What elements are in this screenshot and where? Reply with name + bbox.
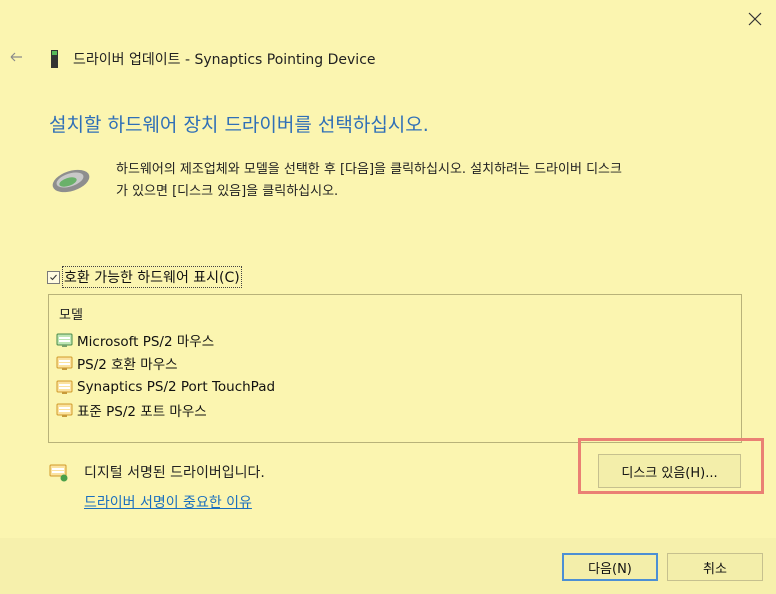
model-label: 표준 PS/2 포트 마우스 — [77, 404, 207, 421]
page-heading: 설치할 하드웨어 장치 드라이버를 선택하십시오. — [49, 114, 429, 136]
instruction-text: 하드웨어의 제조업체와 모델을 선택한 후 [다음]을 클릭하십시오. 설치하려… — [116, 159, 748, 203]
model-list: Microsoft PS/2 마우스 PS/2 호환 마우스 Synaptics… — [56, 328, 275, 422]
signed-driver-icon — [49, 462, 69, 482]
driver-device-orange-icon — [56, 403, 73, 418]
list-item[interactable]: Microsoft PS/2 마우스 — [56, 328, 275, 352]
checkmark-icon — [50, 274, 57, 280]
have-disk-button[interactable]: 디스크 있음(H)... — [598, 454, 741, 488]
compatible-hardware-checkbox[interactable]: 호환 가능한 하드웨어 표시(C) — [47, 266, 242, 288]
model-label: Synaptics PS/2 Port TouchPad — [77, 378, 276, 395]
close-button[interactable] — [736, 0, 776, 38]
mouse-icon — [50, 166, 92, 196]
compatible-hardware-label[interactable]: 호환 가능한 하드웨어 표시(C) — [62, 266, 242, 288]
model-listbox[interactable]: 모델 Microsoft PS/2 마우스 PS/2 호환 마우스 Synapt… — [48, 294, 742, 443]
button-bar — [0, 538, 776, 594]
list-item[interactable]: Synaptics PS/2 Port TouchPad — [56, 375, 275, 399]
driver-device-green-icon — [56, 333, 73, 347]
next-button[interactable]: 다음(N) — [562, 553, 658, 581]
back-arrow-icon — [10, 52, 22, 62]
model-label: Microsoft PS/2 마우스 — [77, 333, 215, 350]
instruction-line-2: 가 있으면 [디스크 있음]을 클릭하십시오. — [116, 184, 339, 199]
checkbox-box[interactable] — [47, 270, 60, 284]
cancel-button[interactable]: 취소 — [667, 553, 763, 581]
driver-device-orange-icon — [56, 380, 73, 394]
why-signing-matters-link[interactable]: 드라이버 서명이 중요한 이유 — [84, 492, 252, 512]
model-label: PS/2 호환 마우스 — [77, 357, 178, 374]
window-title: 드라이버 업데이트 - Synaptics Pointing Device — [73, 52, 376, 68]
close-icon — [748, 12, 762, 26]
back-button[interactable] — [6, 46, 28, 68]
device-driver-icon — [50, 49, 59, 69]
signed-driver-text: 디지털 서명된 드라이버입니다. — [84, 465, 265, 481]
list-item[interactable]: PS/2 호환 마우스 — [56, 352, 275, 376]
driver-device-orange-icon — [56, 356, 73, 371]
instruction-line-1: 하드웨어의 제조업체와 모델을 선택한 후 [다음]을 클릭하십시오. 설치하려… — [116, 162, 622, 177]
list-item[interactable]: 표준 PS/2 포트 마우스 — [56, 399, 275, 423]
model-list-header: 모델 — [59, 308, 83, 323]
